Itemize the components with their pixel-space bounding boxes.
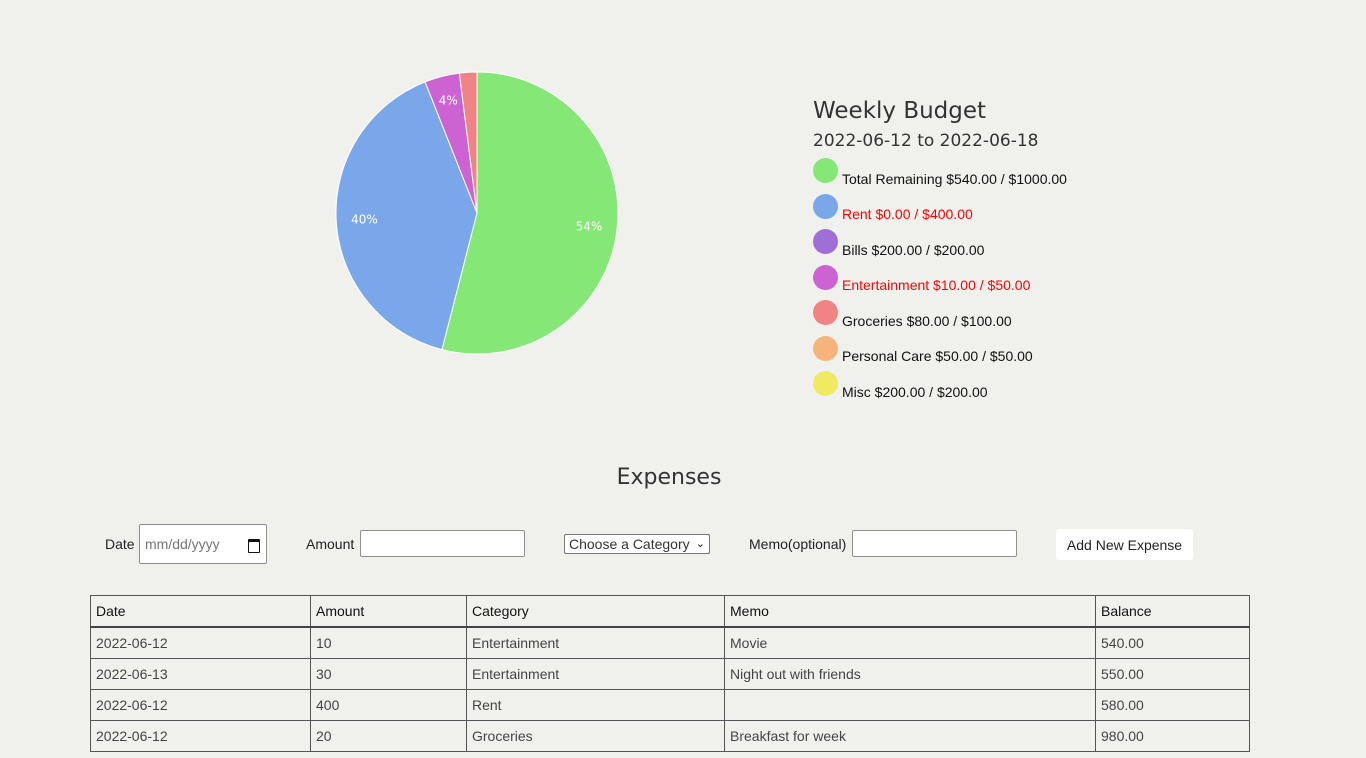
date-label: Date bbox=[105, 536, 135, 552]
legend-item: Rent $0.00 / $400.00 bbox=[813, 193, 1213, 231]
cell-memo: Breakfast for week bbox=[724, 720, 1096, 752]
legend-item-label: Rent $0.00 / $400.00 bbox=[842, 206, 973, 223]
legend-item-label: Bills $200.00 / $200.00 bbox=[842, 241, 985, 258]
cell-balance: 540.00 bbox=[1095, 626, 1250, 659]
category-select-value: Choose a Category bbox=[569, 536, 690, 552]
expenses-heading: Expenses bbox=[616, 465, 722, 490]
legend-item-label: Personal Care $50.00 / $50.00 bbox=[842, 348, 1033, 365]
legend-item: Bills $200.00 / $200.00 bbox=[813, 229, 1213, 266]
legend-item-label: Groceries $80.00 / $100.00 bbox=[842, 312, 1012, 329]
legend-item: Misc $200.00 / $200.00 bbox=[813, 371, 1213, 408]
cell-category: Entertainment bbox=[466, 626, 725, 659]
expenses-table: Date Amount Category Memo Balance 2022-0… bbox=[90, 595, 1250, 752]
cell-category: Groceries bbox=[466, 720, 725, 752]
column-header-category: Category bbox=[466, 595, 725, 628]
legend-color-dot bbox=[813, 371, 838, 397]
table-row: 2022-06-12 400 Rent 580.00 bbox=[90, 689, 1250, 721]
legend-color-dot bbox=[813, 229, 838, 255]
pie-data-label: 40% bbox=[351, 213, 378, 227]
cell-amount: 30 bbox=[310, 658, 467, 690]
pie-data-label: 4% bbox=[439, 94, 458, 108]
table-row: 2022-06-13 30 Entertainment Night out wi… bbox=[90, 658, 1250, 690]
cell-amount: 10 bbox=[310, 626, 467, 659]
expense-form: Date Amount Choose a Category ⌄ Memo(opt… bbox=[0, 524, 1366, 566]
cell-date: 2022-06-12 bbox=[90, 689, 311, 721]
cell-balance: 580.00 bbox=[1095, 689, 1250, 721]
legend-item-label: Entertainment $10.00 / $50.00 bbox=[842, 277, 1031, 294]
table-header-row: Date Amount Category Memo Balance bbox=[90, 595, 1250, 628]
amount-label: Amount bbox=[306, 536, 355, 552]
table-row: 2022-06-12 10 Entertainment Movie 540.00 bbox=[90, 626, 1250, 659]
date-input[interactable] bbox=[145, 536, 240, 552]
cell-amount: 400 bbox=[310, 689, 467, 721]
cell-date: 2022-06-13 bbox=[90, 658, 311, 690]
memo-input[interactable] bbox=[852, 530, 1017, 557]
cell-balance: 550.00 bbox=[1095, 658, 1250, 690]
legend-color-dot bbox=[813, 264, 838, 290]
legend-color-dot bbox=[813, 193, 838, 219]
legend-item-label: Misc $200.00 / $200.00 bbox=[842, 383, 988, 400]
column-header-date: Date bbox=[90, 595, 311, 628]
cell-date: 2022-06-12 bbox=[90, 626, 311, 659]
cell-memo: Movie bbox=[724, 626, 1096, 659]
cell-amount: 20 bbox=[310, 720, 467, 752]
legend-date-range: 2022-06-12 to 2022-06-18 bbox=[813, 131, 1039, 151]
cell-balance: 980.00 bbox=[1095, 720, 1250, 752]
legend-item-label: Total Remaining $540.00 / $1000.00 bbox=[842, 170, 1067, 187]
cell-memo: Night out with friends bbox=[724, 658, 1096, 690]
calendar-icon[interactable] bbox=[248, 539, 260, 553]
legend-title: Weekly Budget bbox=[813, 98, 987, 124]
cell-category: Entertainment bbox=[466, 658, 725, 690]
cell-memo bbox=[724, 689, 1096, 721]
memo-label: Memo(optional) bbox=[749, 536, 847, 552]
legend-item: Total Remaining $540.00 / $1000.00 bbox=[813, 158, 1213, 195]
add-new-expense-button[interactable]: Add New Expense bbox=[1056, 529, 1193, 560]
cell-category: Rent bbox=[466, 689, 725, 721]
legend-color-dot bbox=[813, 158, 838, 184]
legend-item: Personal Care $50.00 / $50.00 bbox=[813, 335, 1213, 373]
budget-pie-chart: 54% 40% 4% bbox=[330, 66, 624, 360]
category-select[interactable]: Choose a Category ⌄ bbox=[564, 534, 710, 554]
legend-color-dot bbox=[813, 300, 838, 326]
column-header-balance: Balance bbox=[1095, 595, 1250, 628]
legend-items: Total Remaining $540.00 / $1000.00 Rent $… bbox=[813, 158, 1213, 408]
column-header-memo: Memo bbox=[724, 595, 1096, 628]
pie-data-label: 54% bbox=[576, 220, 603, 234]
date-field[interactable] bbox=[139, 524, 267, 564]
cell-date: 2022-06-12 bbox=[90, 720, 311, 752]
legend-item: Entertainment $10.00 / $50.00 bbox=[813, 264, 1213, 302]
column-header-amount: Amount bbox=[310, 595, 467, 628]
amount-input[interactable] bbox=[360, 530, 525, 557]
pie-svg: 54% 40% 4% bbox=[335, 71, 619, 355]
budget-legend: Weekly Budget 2022-06-12 to 2022-06-18 T… bbox=[813, 98, 1213, 408]
legend-color-dot bbox=[813, 335, 838, 361]
legend-item: Groceries $80.00 / $100.00 bbox=[813, 300, 1213, 337]
chevron-down-icon: ⌄ bbox=[695, 538, 705, 550]
table-row: 2022-06-12 20 Groceries Breakfast for we… bbox=[90, 720, 1250, 752]
